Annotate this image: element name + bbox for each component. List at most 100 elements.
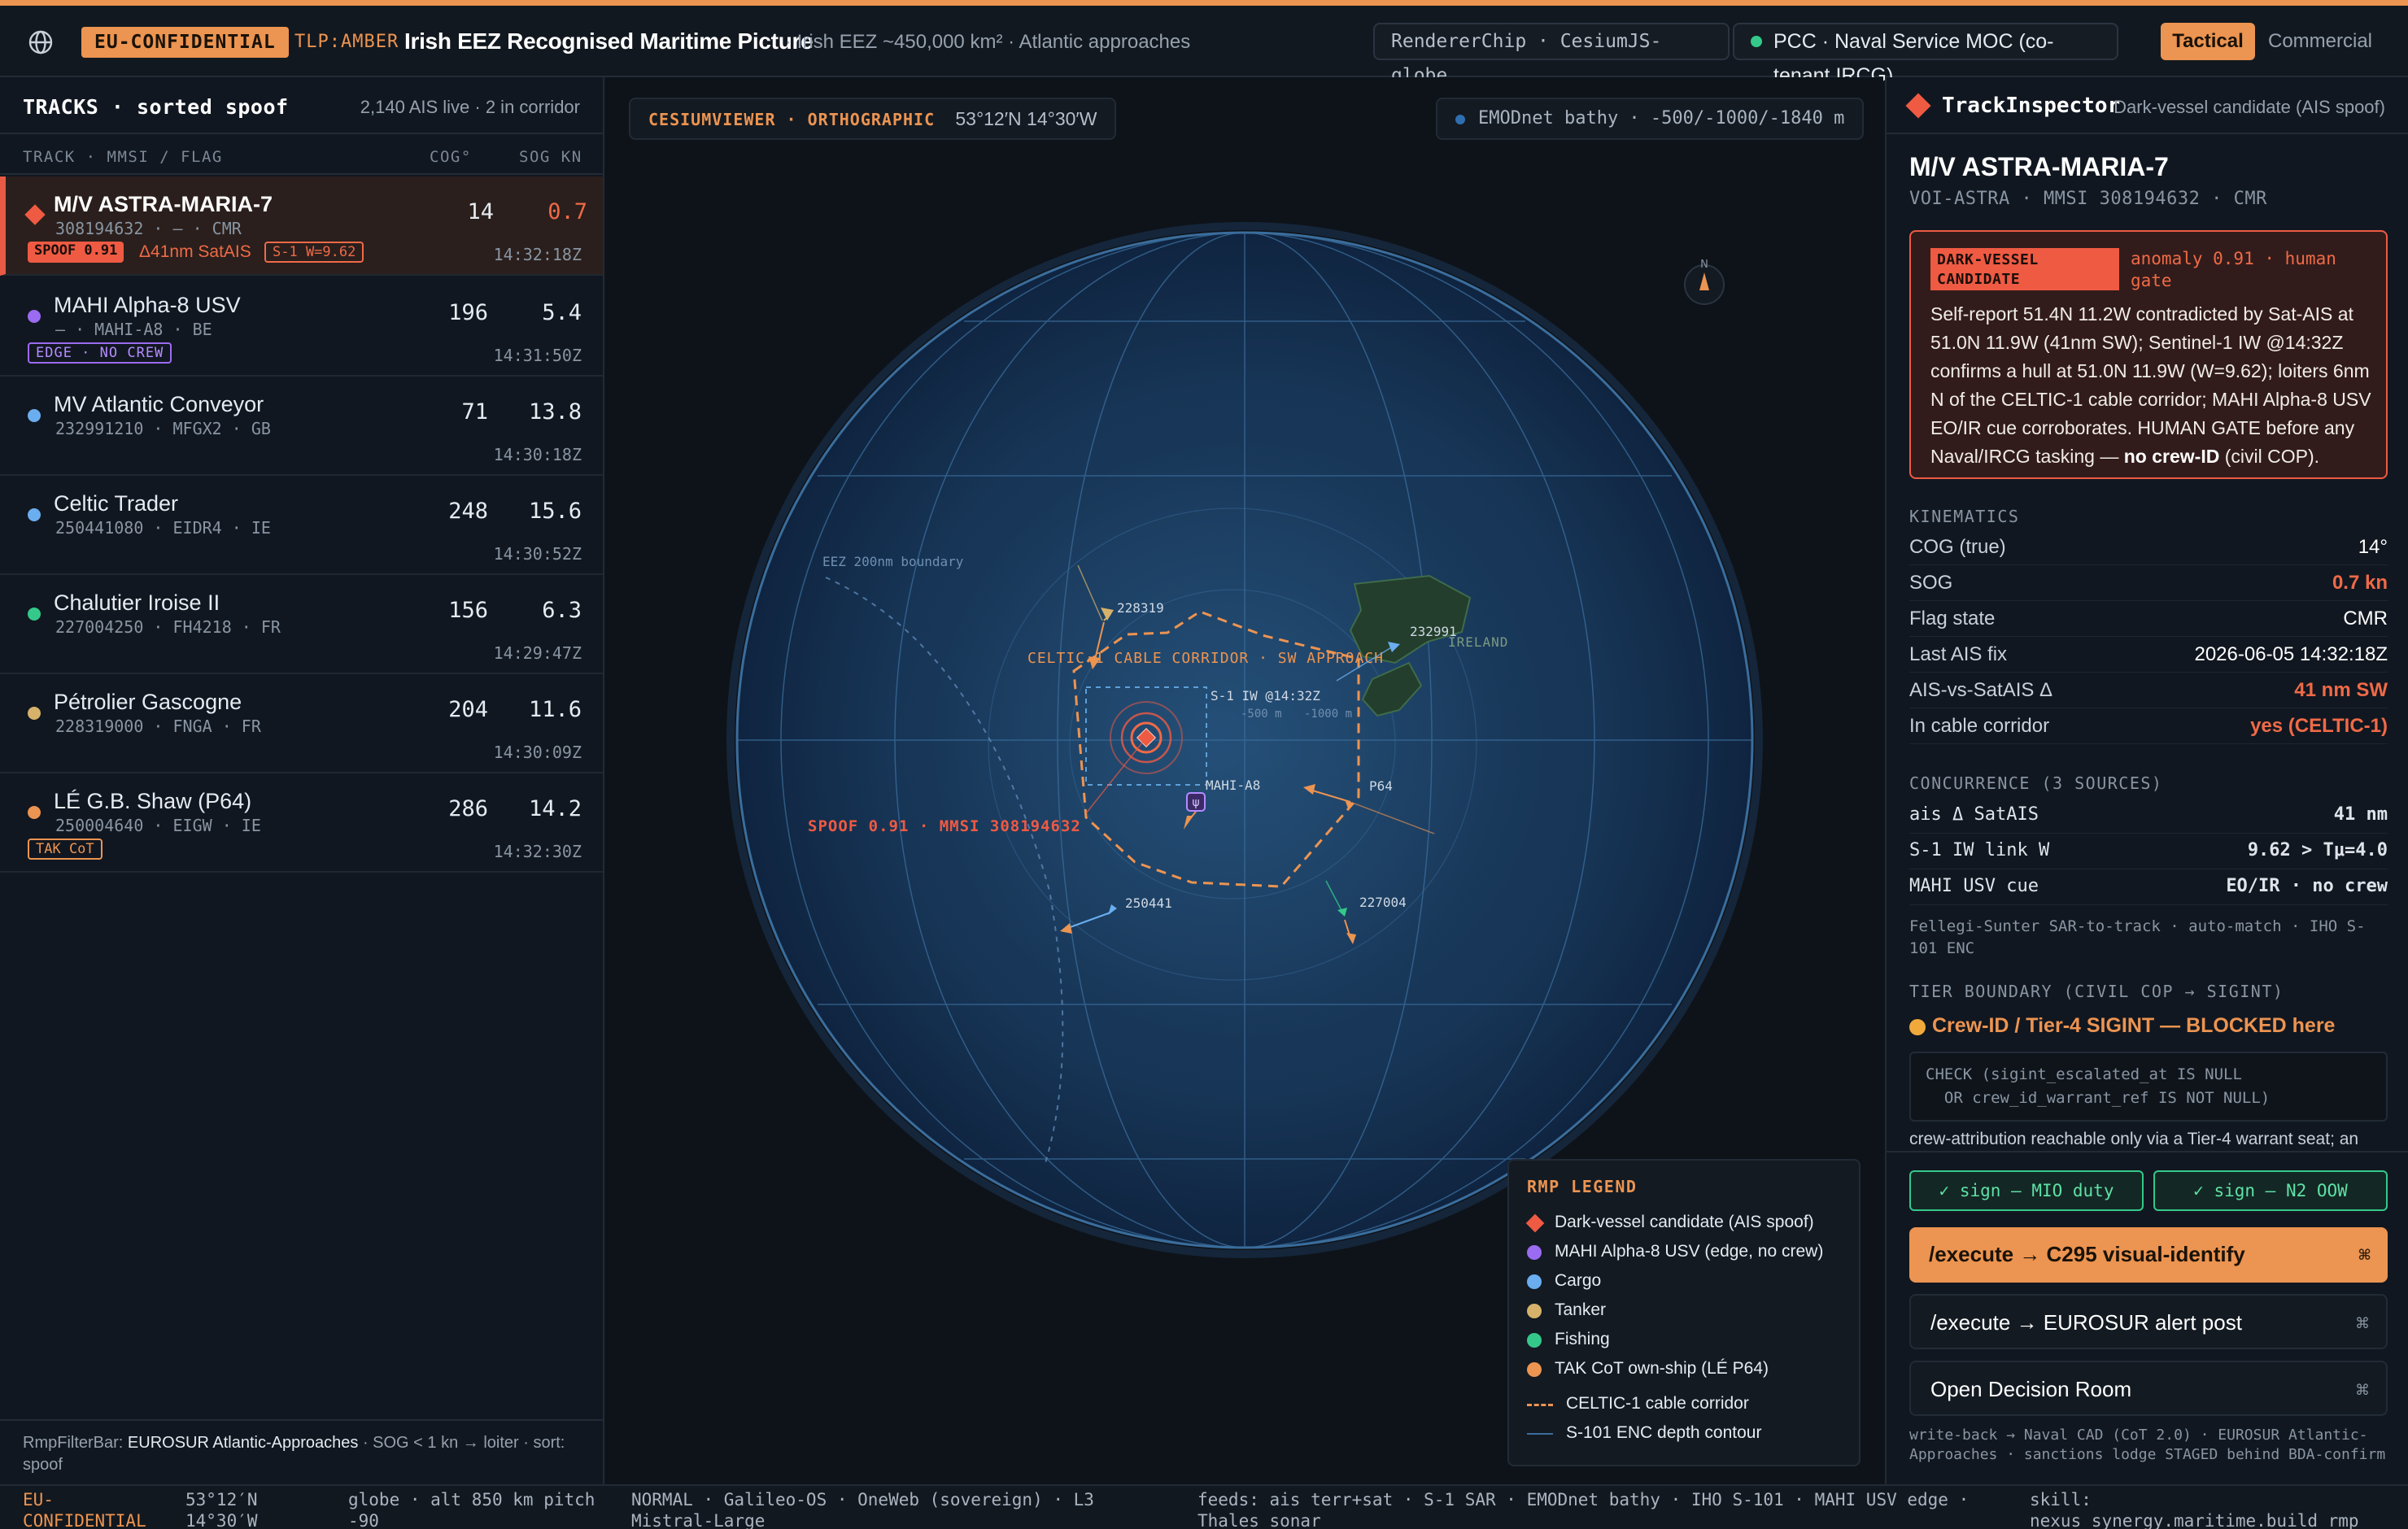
globe-icon[interactable] bbox=[24, 26, 57, 59]
kinematics-row: SOG 0.7 kn bbox=[1909, 565, 2388, 601]
status-classification: EU-CONFIDENTIAL bbox=[23, 1490, 146, 1529]
track-mmsi: 227004250 · FH4218 · FR bbox=[55, 617, 281, 637]
vessel-228319-label: 228319 bbox=[1117, 600, 1164, 616]
col-cog[interactable]: COG° bbox=[430, 148, 472, 166]
kv-value: 14° bbox=[2358, 536, 2388, 558]
track-row[interactable]: Pétrolier Gascogne 228319000 · FNGA · FR… bbox=[0, 674, 603, 773]
track-color-dot bbox=[28, 508, 41, 521]
dark-vessel-diamond-icon bbox=[24, 204, 46, 225]
kv-value: EO/IR · no crew bbox=[2226, 876, 2388, 896]
globe-map[interactable]: EEZ 200nm boundary IRELAND CELTIC-1 CABL… bbox=[606, 77, 1883, 1484]
alert-emphasis: no crew-ID bbox=[2123, 446, 2220, 467]
corridor-label: CELTIC-1 CABLE CORRIDOR · SW APPROACH bbox=[1027, 650, 1384, 667]
legend-label: CELTIC-1 cable corridor bbox=[1566, 1394, 1749, 1413]
mode-commercial-button[interactable]: Commercial bbox=[2255, 23, 2385, 60]
legend-label: Cargo bbox=[1555, 1271, 1602, 1290]
track-color-dot bbox=[28, 608, 41, 621]
compass-rose-icon[interactable] bbox=[1684, 264, 1725, 305]
track-time: 14:30:52Z bbox=[493, 544, 582, 564]
vessel-232991-label: 232991 bbox=[1410, 624, 1457, 639]
kv-value: 41 nm bbox=[2333, 804, 2388, 825]
execute-eurosur-button[interactable]: /execute → EUROSUR alert post ⌘ bbox=[1909, 1294, 2388, 1349]
vessel-227004-label: 227004 bbox=[1359, 895, 1407, 910]
kinematics-row: Flag state CMR bbox=[1909, 601, 2388, 637]
track-name: MV Atlantic Conveyor bbox=[54, 392, 264, 416]
pcc-chip[interactable]: PCC · Naval Service MOC (co-tenant IRCG) bbox=[1733, 23, 2118, 87]
filter-bar[interactable]: RmpFilterBar: EUROSUR Atlantic-Approache… bbox=[0, 1419, 603, 1484]
kinematics-row: COG (true) 14° bbox=[1909, 529, 2388, 565]
track-mmsi: 308194632 · — · CMR bbox=[55, 219, 242, 238]
legend-swatch bbox=[1527, 1245, 1542, 1260]
execute-c295-button[interactable]: /execute → C295 visual-identify ⌘ bbox=[1909, 1227, 2388, 1283]
track-row[interactable]: MV Atlantic Conveyor 232991210 · MFGX2 ·… bbox=[0, 377, 603, 476]
depth-500-label: -500 m bbox=[1241, 708, 1282, 721]
top-bar: EU-CONFIDENTIAL TLP:AMBER Irish EEZ Reco… bbox=[0, 6, 2408, 87]
concurrence-row: S-1 IW link W 9.62 > Tμ=4.0 bbox=[1909, 834, 2388, 869]
delta-badge: Δ41nm SatAIS bbox=[139, 242, 251, 261]
track-row[interactable]: Celtic Trader 250441080 · EIDR4 · IE 248… bbox=[0, 476, 603, 575]
legend-label: Dark-vessel candidate (AIS spoof) bbox=[1555, 1213, 1814, 1231]
alert-tail: (civil COP). bbox=[2224, 446, 2319, 467]
status-skill: skill: nexus_synergy.maritime.build_rmp bbox=[2030, 1490, 2359, 1529]
dark-vessel-diamond-icon bbox=[1905, 93, 1931, 119]
p64-label: P64 bbox=[1369, 778, 1393, 794]
tlp-badge: TLP:AMBER bbox=[294, 32, 399, 52]
tracks-title: TRACKS · sorted spoof bbox=[23, 95, 289, 119]
renderer-chip[interactable]: RendererChip · CesiumJS-globe bbox=[1373, 23, 1730, 86]
top-accent-bar bbox=[0, 0, 2408, 6]
dark-vessel-diamond-icon bbox=[1525, 1213, 1545, 1233]
track-color-dot bbox=[28, 310, 41, 323]
mahi-usv-marker[interactable]: ψ bbox=[1186, 792, 1206, 812]
track-row[interactable]: LÉ G.B. Shaw (P64) 250004640 · EIGW · IE… bbox=[0, 773, 603, 873]
tracks-count: 2,140 AIS live · 2 in corridor bbox=[360, 97, 580, 117]
mode-tactical-button[interactable]: Tactical bbox=[2161, 23, 2255, 60]
legend-label: TAK CoT own-ship (LÉ P64) bbox=[1555, 1359, 1769, 1378]
s1-badge: S-1 W=9.62 bbox=[264, 242, 364, 263]
open-decision-room-button[interactable]: Open Decision Room ⌘ bbox=[1909, 1361, 2388, 1416]
legend-dashed-line bbox=[1527, 1404, 1553, 1406]
viewer-chip[interactable]: CESIUMVIEWER · ORTHOGRAPHIC 53°12′N 14°3… bbox=[629, 98, 1117, 140]
track-sog: 5.4 bbox=[542, 300, 582, 325]
track-time: 14:29:47Z bbox=[493, 643, 582, 663]
track-row[interactable]: M/V ASTRA-MARIA-7 308194632 · — · CMR 14… bbox=[0, 176, 603, 276]
inspector-header: TrackInspector Dark-vessel candidate (AI… bbox=[1887, 77, 2408, 134]
legend-label: MAHI Alpha-8 USV (edge, no crew) bbox=[1555, 1242, 1824, 1261]
sign-mio-button[interactable]: ✓ sign — MIO duty bbox=[1909, 1170, 2144, 1211]
track-mmsi: — · MAHI-A8 · BE bbox=[55, 320, 212, 339]
kv-value: yes (CELTIC-1) bbox=[2250, 715, 2388, 737]
col-track[interactable]: TRACK · MMSI / FLAG bbox=[23, 148, 223, 166]
command-key-icon: ⌘ bbox=[2355, 1382, 2370, 1398]
kinematics-title: KINEMATICS bbox=[1909, 507, 2020, 526]
track-color-dot bbox=[28, 409, 41, 422]
track-sog: 13.8 bbox=[528, 399, 582, 425]
tier-check-code: CHECK (sigint_escalated_at IS NULL OR cr… bbox=[1909, 1052, 2388, 1122]
track-sog: 0.7 bbox=[547, 199, 587, 224]
kv-key: SOG bbox=[1909, 572, 1953, 594]
track-sog: 11.6 bbox=[528, 697, 582, 722]
track-row[interactable]: MAHI Alpha-8 USV — · MAHI-A8 · BE 196 5.… bbox=[0, 277, 603, 377]
track-row[interactable]: Chalutier Iroise II 227004250 · FH4218 ·… bbox=[0, 575, 603, 674]
kv-value: 9.62 > Tμ=4.0 bbox=[2247, 840, 2388, 860]
viewer-mode: CESIUMVIEWER · ORTHOGRAPHIC bbox=[648, 110, 936, 129]
mahi-label: MAHI-A8 bbox=[1206, 778, 1260, 793]
track-color-dot bbox=[28, 806, 41, 819]
bathy-chip[interactable]: EMODnet bathy · -500/-1000/-1840 m bbox=[1436, 98, 1865, 140]
status-bar: EU-CONFIDENTIAL 53°12′N 14°30′W globe · … bbox=[0, 1484, 2408, 1529]
sign-n2-button[interactable]: ✓ sign — N2 OOW bbox=[2153, 1170, 2388, 1211]
eez-label: EEZ 200nm boundary bbox=[822, 554, 964, 569]
track-mmsi: 232991210 · MFGX2 · GB bbox=[55, 419, 271, 438]
mode-toggle: Tactical Commercial bbox=[2161, 23, 2397, 62]
pcc-status-dot bbox=[1751, 36, 1762, 47]
compass-north-label: N bbox=[1700, 259, 1708, 271]
kinematics-row: In cable corridor yes (CELTIC-1) bbox=[1909, 708, 2388, 744]
app-subtitle: · Irish EEZ ~450,000 km² · Atlantic appr… bbox=[785, 31, 1191, 53]
action-panel: ✓ sign — MIO duty ✓ sign — N2 OOW /execu… bbox=[1887, 1151, 2408, 1484]
dark-vessel-alert: DARK-VESSEL CANDIDATE anomaly 0.91 · hum… bbox=[1909, 230, 2388, 479]
track-cog: 156 bbox=[448, 598, 488, 623]
action-label: /execute → C295 visual-identify bbox=[1929, 1242, 2245, 1266]
track-cog: 204 bbox=[448, 697, 488, 722]
track-cog: 286 bbox=[448, 796, 488, 821]
kv-key: Last AIS fix bbox=[1909, 643, 2008, 665]
col-sog[interactable]: SOG KN bbox=[519, 148, 582, 166]
vessel-subtitle: VOI-ASTRA · MMSI 308194632 · CMR bbox=[1909, 189, 2267, 209]
